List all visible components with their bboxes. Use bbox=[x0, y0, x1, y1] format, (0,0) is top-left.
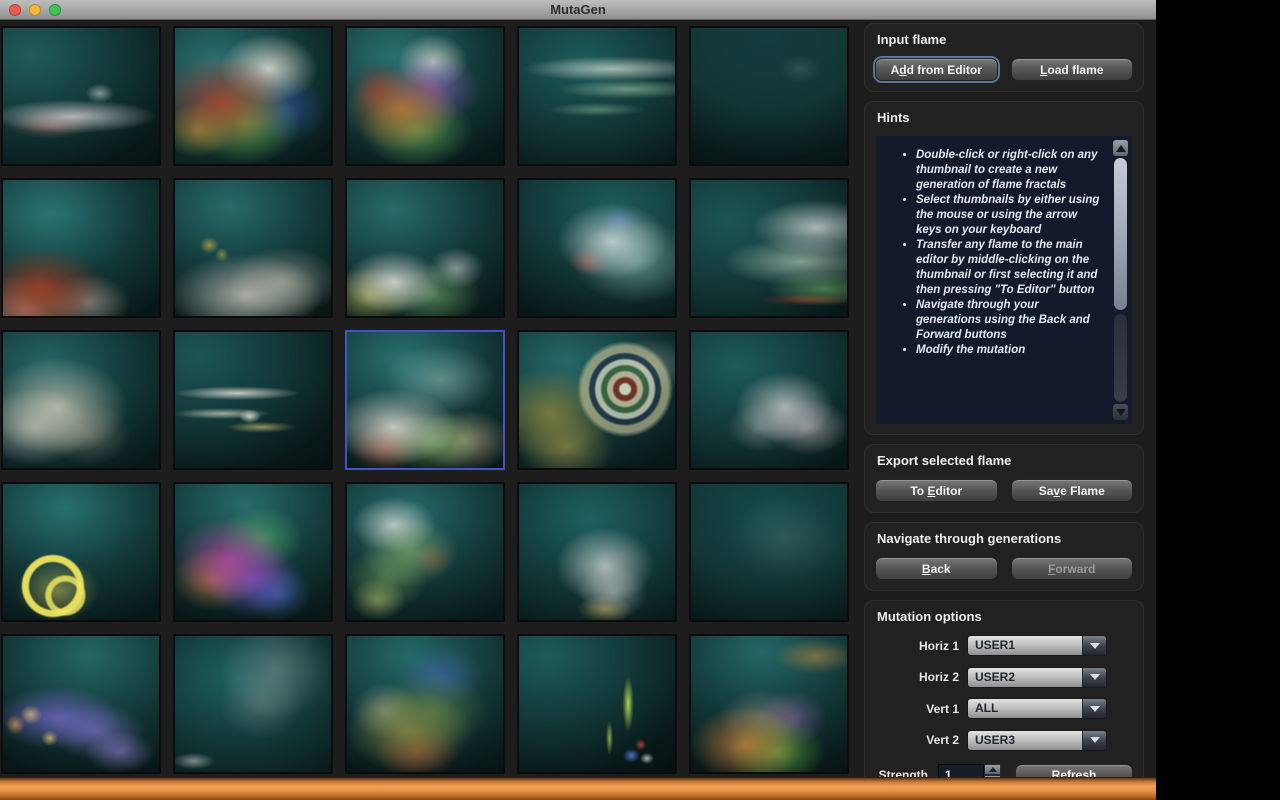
hint-item: Select thumbnails by either using the mo… bbox=[916, 193, 1101, 238]
chevron-down-icon[interactable] bbox=[1082, 731, 1106, 750]
flame-thumbnail[interactable] bbox=[1, 330, 161, 470]
vert-1-label: Vert 1 bbox=[875, 702, 959, 716]
horiz-1-label: Horiz 1 bbox=[875, 639, 959, 653]
vert-1-dropdown[interactable]: ALL bbox=[967, 698, 1107, 719]
horiz-1-dropdown[interactable]: USER1 bbox=[967, 635, 1107, 656]
horiz-2-dropdown[interactable]: USER2 bbox=[967, 667, 1107, 688]
flame-thumbnail[interactable] bbox=[517, 330, 677, 470]
flame-thumbnail[interactable] bbox=[173, 178, 333, 318]
vert-2-label: Vert 2 bbox=[875, 733, 959, 747]
flame-thumbnail[interactable] bbox=[689, 330, 849, 470]
mutation-options-section: Mutation options Horiz 1 USER1 Horiz 2 U… bbox=[864, 600, 1144, 798]
scrollbar-track[interactable] bbox=[1114, 314, 1127, 402]
flame-thumbnail[interactable] bbox=[517, 178, 677, 318]
side-panel: Input flame Add from Editor Load flame H… bbox=[856, 20, 1156, 780]
arrow-up-icon bbox=[989, 767, 997, 772]
flame-thumbnail[interactable] bbox=[345, 634, 505, 774]
flame-thumbnail[interactable] bbox=[689, 178, 849, 318]
flame-thumbnail[interactable] bbox=[173, 634, 333, 774]
titlebar[interactable]: MutaGen bbox=[0, 0, 1156, 20]
flame-thumbnail[interactable] bbox=[517, 634, 677, 774]
spinner-up-button[interactable] bbox=[984, 764, 1001, 775]
section-title: Export selected flame bbox=[877, 453, 1133, 468]
flame-thumbnail[interactable] bbox=[1, 482, 161, 622]
navigate-section: Navigate through generations Back Forwar… bbox=[864, 522, 1144, 591]
chevron-down-icon[interactable] bbox=[1082, 668, 1106, 687]
arrow-down-icon bbox=[1116, 409, 1126, 416]
flame-thumbnail[interactable] bbox=[1, 178, 161, 318]
hints-list: Double-click or right-click on any thumb… bbox=[903, 148, 1101, 358]
to-editor-button[interactable]: To Editor bbox=[875, 479, 998, 502]
load-flame-button[interactable]: Load flame bbox=[1011, 58, 1134, 81]
scroll-up-button[interactable] bbox=[1113, 140, 1128, 156]
horiz-2-label: Horiz 2 bbox=[875, 670, 959, 684]
vert-2-dropdown[interactable]: USER3 bbox=[967, 730, 1107, 751]
forward-button[interactable]: Forward bbox=[1011, 557, 1134, 580]
scroll-down-button[interactable] bbox=[1113, 404, 1128, 420]
flame-thumbnail[interactable] bbox=[689, 26, 849, 166]
flame-thumbnail[interactable] bbox=[689, 634, 849, 774]
flame-thumbnail[interactable] bbox=[345, 482, 505, 622]
section-title: Hints bbox=[877, 110, 1133, 125]
hints-section: Hints Double-click or right-click on any… bbox=[864, 101, 1144, 435]
back-button[interactable]: Back bbox=[875, 557, 998, 580]
hint-item: Modify the mutation bbox=[916, 343, 1101, 358]
add-from-editor-button[interactable]: Add from Editor bbox=[875, 58, 998, 81]
flame-thumbnail[interactable] bbox=[345, 26, 505, 166]
export-section: Export selected flame To Editor Save Fla… bbox=[864, 444, 1144, 513]
section-title: Mutation options bbox=[877, 609, 1133, 624]
mutagen-window: MutaGen Input flame Add from Editor Load… bbox=[0, 0, 1156, 800]
window-title: MutaGen bbox=[0, 2, 1156, 17]
hints-text-area[interactable]: Double-click or right-click on any thumb… bbox=[877, 136, 1131, 424]
scrollbar-thumb[interactable] bbox=[1114, 158, 1127, 310]
flame-thumbnail[interactable] bbox=[173, 330, 333, 470]
chevron-down-icon[interactable] bbox=[1082, 699, 1106, 718]
flame-thumbnail[interactable] bbox=[517, 26, 677, 166]
desktop: MutaGen Input flame Add from Editor Load… bbox=[0, 0, 1280, 800]
flame-thumbnail[interactable] bbox=[517, 482, 677, 622]
flame-thumbnail[interactable] bbox=[1, 634, 161, 774]
flame-thumbnail[interactable] bbox=[173, 482, 333, 622]
flame-thumbnail[interactable] bbox=[689, 482, 849, 622]
section-title: Navigate through generations bbox=[877, 531, 1133, 546]
hint-item: Double-click or right-click on any thumb… bbox=[916, 148, 1101, 193]
thumbnail-grid bbox=[0, 20, 856, 780]
flame-thumbnail[interactable] bbox=[173, 26, 333, 166]
flame-thumbnail[interactable] bbox=[1, 26, 161, 166]
save-flame-button[interactable]: Save Flame bbox=[1011, 479, 1134, 502]
flame-thumbnail[interactable] bbox=[345, 178, 505, 318]
hints-scrollbar bbox=[1113, 140, 1128, 420]
input-flame-section: Input flame Add from Editor Load flame bbox=[864, 23, 1144, 92]
flame-thumbnail[interactable] bbox=[345, 330, 505, 470]
arrow-up-icon bbox=[1116, 145, 1126, 152]
hint-item: Navigate through your generations using … bbox=[916, 298, 1101, 343]
chevron-down-icon[interactable] bbox=[1082, 636, 1106, 655]
render-progress-bar bbox=[0, 777, 1156, 800]
hint-item: Transfer any flame to the main editor by… bbox=[916, 238, 1101, 298]
section-title: Input flame bbox=[877, 32, 1133, 47]
